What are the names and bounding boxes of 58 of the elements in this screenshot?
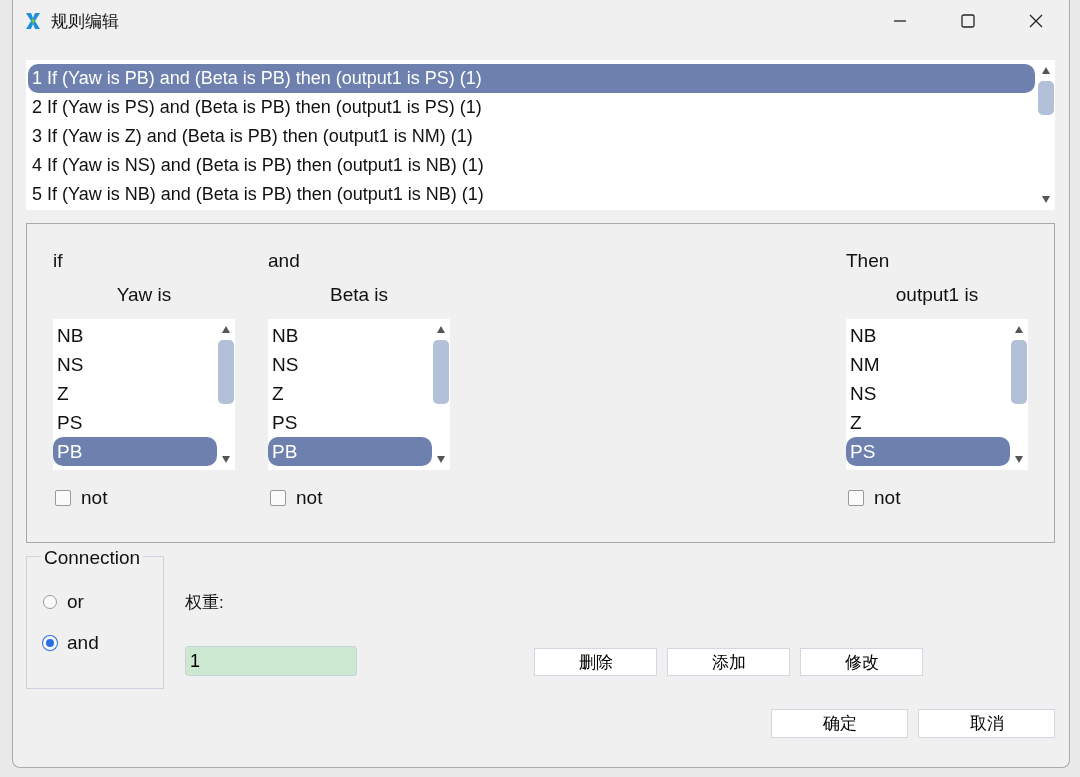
- term-item[interactable]: Z: [268, 379, 432, 408]
- term-item[interactable]: NS: [846, 379, 1010, 408]
- term-item[interactable]: PS: [268, 408, 432, 437]
- scrollbar-thumb[interactable]: [433, 340, 449, 404]
- rule-item[interactable]: 5 If (Yaw is NB) and (Beta is PB) then (output1 is NB) (1): [28, 180, 1035, 209]
- term-item[interactable]: NB: [53, 321, 217, 350]
- checkbox[interactable]: [848, 490, 864, 506]
- keyword-label: and: [268, 250, 301, 273]
- weight-field[interactable]: 1: [185, 646, 357, 676]
- scrollbar-thumb[interactable]: [218, 340, 234, 404]
- dialog-button[interactable]: 取消: [918, 709, 1055, 738]
- scroll-up-icon[interactable]: [437, 326, 445, 333]
- scroll-up-icon[interactable]: [1015, 326, 1023, 333]
- edit-button[interactable]: 删除: [534, 648, 657, 676]
- rule-item[interactable]: 1 If (Yaw is PB) and (Beta is PB) then (output1 is PS) (1): [28, 64, 1035, 93]
- scrollbar-thumb[interactable]: [1038, 81, 1054, 115]
- term-item[interactable]: Z: [846, 408, 1010, 437]
- dialog-button[interactable]: 确定: [771, 709, 908, 738]
- term-item[interactable]: NB: [268, 321, 432, 350]
- close-icon[interactable]: [1029, 14, 1043, 28]
- radio-button[interactable]: [43, 594, 57, 609]
- keyword-label: if: [53, 250, 64, 273]
- term-item[interactable]: PB: [268, 437, 432, 466]
- not-label: not: [296, 487, 323, 509]
- term-item[interactable]: NM: [846, 350, 1010, 379]
- variable-label: Beta is: [329, 284, 389, 307]
- rule-item[interactable]: 4 If (Yaw is NS) and (Beta is PB) then (output1 is NB) (1): [28, 151, 1035, 180]
- checkbox[interactable]: [55, 490, 71, 506]
- scroll-up-icon[interactable]: [1042, 67, 1050, 74]
- scroll-down-icon[interactable]: [222, 456, 230, 463]
- edit-button[interactable]: 修改: [800, 648, 923, 676]
- edit-button[interactable]: 添加: [667, 648, 790, 676]
- term-item[interactable]: NB: [846, 321, 1010, 350]
- term-item[interactable]: PB: [53, 437, 217, 466]
- term-item[interactable]: PS: [846, 437, 1010, 466]
- scroll-down-icon[interactable]: [437, 456, 445, 463]
- term-item[interactable]: NS: [53, 350, 217, 379]
- rule-item[interactable]: 2 If (Yaw is PS) and (Beta is PB) then (output1 is PS) (1): [28, 93, 1035, 122]
- term-item[interactable]: Z: [53, 379, 217, 408]
- scroll-up-icon[interactable]: [222, 326, 230, 333]
- scroll-down-icon[interactable]: [1015, 456, 1023, 463]
- radio-label: or: [67, 590, 84, 613]
- rule-item[interactable]: 3 If (Yaw is Z) and (Beta is PB) then (output1 is NM) (1): [28, 122, 1035, 151]
- variable-label: Yaw is: [116, 284, 172, 307]
- term-item[interactable]: NS: [268, 350, 432, 379]
- maximize-icon[interactable]: [961, 14, 975, 28]
- term-item[interactable]: PS: [53, 408, 217, 437]
- not-label: not: [874, 487, 901, 509]
- keyword-label: Then: [846, 250, 891, 273]
- weight-label: 权重:: [185, 592, 225, 614]
- scroll-down-icon[interactable]: [1042, 196, 1050, 203]
- radio-label: and: [67, 631, 99, 654]
- app-logo-icon: [25, 12, 41, 30]
- scrollbar-thumb[interactable]: [1011, 340, 1027, 404]
- window-title: 规则编辑: [51, 10, 119, 33]
- variable-label: output1 is: [895, 284, 979, 307]
- checkbox[interactable]: [270, 490, 286, 506]
- not-label: not: [81, 487, 108, 509]
